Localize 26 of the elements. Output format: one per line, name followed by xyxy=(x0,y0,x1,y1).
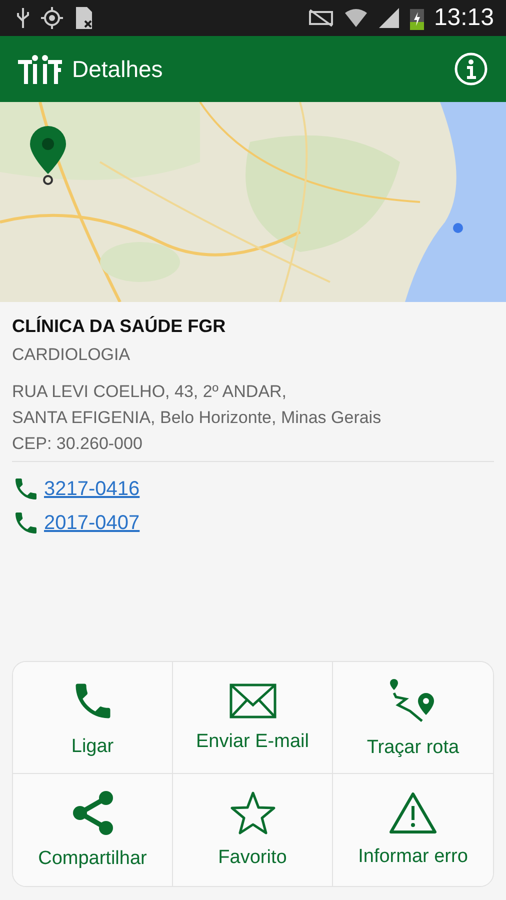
phone-link[interactable]: 2017-0407 xyxy=(44,512,140,534)
screen-title: Detalhes xyxy=(72,56,163,82)
phone-link[interactable]: 3217-0416 xyxy=(44,478,140,500)
sim-card-icon xyxy=(74,6,94,30)
battery-icon xyxy=(410,6,424,30)
warning-icon xyxy=(389,792,437,834)
logo-icon xyxy=(18,54,62,84)
action-button[interactable]: Ligar xyxy=(13,662,173,774)
clock-time: 13:13 xyxy=(434,4,494,32)
usb-icon xyxy=(16,7,30,29)
mute-icon xyxy=(308,8,334,28)
envelope-icon xyxy=(228,682,276,718)
map-pin-icon xyxy=(30,126,66,186)
clinic-specialty: CARDIOLOGIA xyxy=(12,345,132,365)
address-line: CEP: 30.260-000 xyxy=(12,433,144,455)
info-icon[interactable] xyxy=(454,52,488,86)
signal-icon xyxy=(378,7,400,29)
action-button[interactable]: Enviar E-mail xyxy=(173,662,333,774)
action-button[interactable]: Traçar rota xyxy=(333,662,493,774)
address-line: SANTA EFIGENIA, Belo Horizonte, Minas Gerais xyxy=(12,407,382,429)
action-button[interactable]: Compartilhar xyxy=(13,774,173,886)
address-line: RUA LEVI COELHO, 43, 2º ANDAR, xyxy=(12,381,288,403)
star-icon xyxy=(230,791,276,835)
gps-icon xyxy=(40,6,64,30)
wifi-icon xyxy=(344,7,368,29)
clinic-name: CLÍNICA DA SAÚDE FGR xyxy=(12,316,227,337)
